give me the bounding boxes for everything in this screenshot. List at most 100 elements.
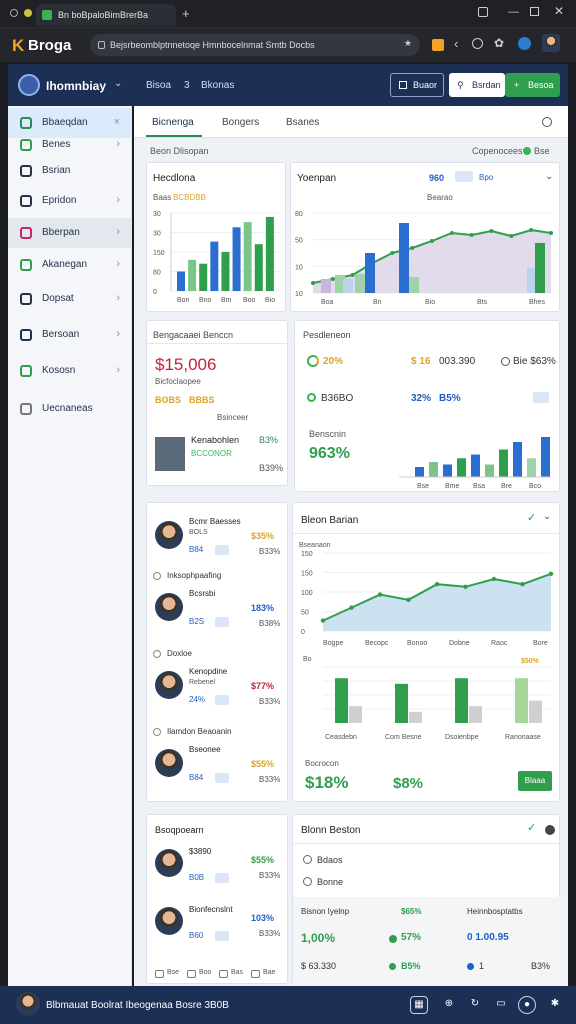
settings-icon[interactable]: ✱ [546, 996, 564, 1014]
tab-reports[interactable]: Bongers [222, 117, 259, 128]
user-avatar [155, 849, 183, 877]
workspace-icon[interactable] [18, 74, 40, 96]
check-icon[interactable]: ✓ [527, 821, 536, 834]
filter-value[interactable]: Bse [534, 146, 550, 156]
search-button[interactable]: ⚲ Bsrdan [449, 73, 505, 97]
profile-icon[interactable] [518, 37, 531, 50]
sidebar-item[interactable]: Bberpan › [8, 218, 132, 248]
stat: Bie $63% [513, 356, 556, 367]
data-point [434, 582, 440, 587]
chevron-right-icon[interactable]: › [116, 292, 120, 304]
window-icon[interactable]: ▭ [492, 996, 510, 1014]
tab-overview[interactable]: Bicnenga [152, 117, 194, 128]
close-window-icon[interactable]: ✕ [554, 4, 564, 18]
stat-value: 0 1.00.95 [467, 932, 509, 943]
radio-option[interactable] [303, 877, 312, 886]
list-item[interactable]: Kenopdine Rebenel $77% 24% B33% [147, 667, 289, 715]
thumbnail-image[interactable] [155, 437, 185, 471]
close-icon[interactable]: × [114, 116, 120, 128]
y-tick-label: 150 [301, 571, 313, 578]
primary-button[interactable]: + Besoa [505, 73, 560, 97]
person-pct: $55% [251, 855, 275, 865]
tab-settings[interactable]: Bsanes [286, 117, 319, 128]
section-row[interactable]: Doxloe [153, 649, 283, 663]
data-point [491, 576, 497, 582]
footer-chip[interactable]: Boo [187, 969, 215, 981]
sidebar-item[interactable]: Dopsat › [8, 284, 132, 314]
browser-tab[interactable]: Bn boBpaloBimBrerBa ✕ [36, 4, 176, 26]
grid-icon[interactable]: ▦ [410, 996, 428, 1014]
footer-chip[interactable]: Bas [219, 969, 247, 981]
x-tick-label: Bre [501, 483, 512, 490]
x-tick-label: Bts [477, 299, 488, 306]
puzzle-icon[interactable]: ✿ [494, 36, 504, 50]
breadcrumb[interactable]: Beon Dlisopan [150, 146, 209, 156]
apply-button[interactable]: Blaaa [518, 771, 552, 791]
sidebar-item[interactable]: Kososn › [8, 356, 132, 386]
x-tick-label: Bhes [529, 299, 545, 306]
radio-option[interactable] [303, 855, 312, 864]
chevron-right-icon[interactable]: › [116, 194, 120, 206]
chevron-down-icon[interactable]: ⌄ [543, 511, 551, 522]
divider [293, 843, 561, 844]
list-item[interactable]: Bcmr Baesses BOLS $35% B84 B33% [147, 517, 289, 565]
list-item[interactable]: Bcsrsbi 183% B2S B38% [147, 589, 289, 637]
section-row[interactable]: Inksophpaafing [153, 571, 283, 585]
globe-icon[interactable]: ⊕ [440, 996, 458, 1014]
person-val: 24% [189, 695, 206, 704]
check-icon[interactable]: ✓ [527, 511, 536, 524]
nav-link[interactable]: Bisoa [146, 80, 171, 91]
footer-chip[interactable]: Bae [251, 969, 279, 981]
clock-icon[interactable] [542, 117, 552, 127]
tab-search-icon[interactable] [478, 7, 488, 17]
tag: BBBS [189, 395, 215, 405]
extension-icon[interactable] [432, 39, 444, 51]
list-item[interactable]: Bseonee $55% B84 B33% [147, 745, 289, 793]
maximize-icon[interactable] [530, 7, 539, 16]
list-item[interactable]: Bionfecnslnt 103% B60 B33% [147, 903, 289, 951]
chevron-right-icon[interactable]: › [116, 226, 120, 238]
sidebar-item[interactable]: Bsrian [8, 156, 132, 186]
url-field[interactable]: Bejsrbeomblptnnetoqe Hmnbocelnmat Smtb D… [90, 34, 420, 56]
toggle-icon[interactable] [545, 825, 555, 835]
person-pct2: B33% [259, 547, 281, 556]
user-avatar[interactable] [542, 34, 560, 52]
sidebar-item[interactable]: Epridon › [8, 186, 132, 216]
workspace-name[interactable]: Ihomnbiay [46, 79, 106, 93]
footer-chip[interactable]: Bse [155, 969, 183, 981]
minimize-icon[interactable]: — [508, 6, 519, 18]
chevron-down-icon[interactable]: ⌄ [545, 171, 553, 182]
chevron-right-icon[interactable]: › [116, 328, 120, 340]
star-icon[interactable]: ★ [404, 38, 412, 49]
stat-value: 1,00% [301, 931, 336, 945]
bar [455, 678, 468, 723]
list-item[interactable]: $3890 $55% B0B B33% [147, 845, 289, 893]
chevron-down-icon[interactable]: ⌄ [114, 78, 122, 89]
nav-link[interactable]: Bkonas [201, 80, 234, 91]
bar [429, 462, 438, 477]
section-row[interactable]: Ilamdon Beaoanin [153, 727, 283, 741]
window-dot-icon[interactable] [24, 9, 32, 17]
window-dot-icon[interactable] [10, 9, 18, 17]
chevron-right-icon[interactable]: › [116, 138, 120, 150]
stat: 20% [323, 356, 344, 367]
user-circle-icon[interactable]: ● [518, 996, 536, 1014]
header-button[interactable]: Buaor [390, 73, 444, 97]
back-icon[interactable]: ‹ [454, 36, 458, 51]
card-subtitle: Baas [153, 193, 172, 202]
chip-label: Bas [231, 969, 244, 976]
chevron-right-icon[interactable]: › [116, 258, 120, 270]
info-icon [501, 357, 510, 366]
chip-icon [219, 970, 228, 978]
new-tab-button[interactable]: + [182, 6, 190, 21]
info-icon[interactable] [472, 38, 483, 49]
chevron-right-icon[interactable]: › [116, 364, 120, 376]
card-pill[interactable]: Bpo [479, 173, 493, 182]
sidebar-item[interactable]: Uecnaneas [8, 394, 132, 424]
sidebar-item[interactable]: Akanegan › [8, 250, 132, 280]
sidebar-item-label: Uecnaneas [42, 403, 93, 414]
sidebar-item[interactable]: Bersoan › [8, 320, 132, 350]
user-avatar[interactable] [16, 992, 40, 1016]
section-icon [153, 650, 161, 658]
refresh-icon[interactable]: ↻ [466, 996, 484, 1014]
